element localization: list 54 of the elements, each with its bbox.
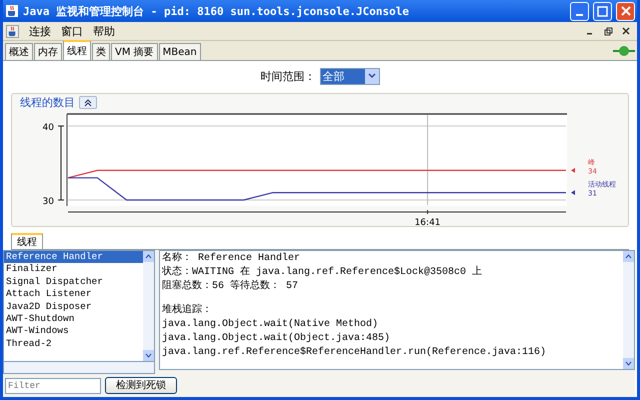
detail-line: 状态：WAITING 在 java.lang.ref.Reference$Lock@3508c0 上 <box>162 267 484 279</box>
thread-list-item[interactable]: AWT-Shutdown <box>4 312 143 326</box>
detect-deadlock-button[interactable]: 检测到死锁 <box>105 377 177 394</box>
chevron-up-icon[interactable] <box>625 254 632 259</box>
thread-list-item[interactable]: Signal Dispatcher <box>4 276 143 288</box>
minimize-icon <box>576 14 583 16</box>
stack-frame: java.lang.Object.wait(Object.java:485) <box>162 333 621 345</box>
stack-frame: java.lang.ref.Reference$ReferenceHandler.run(Reference.java:116) <box>162 347 621 359</box>
chevron-up-icon[interactable] <box>145 254 152 259</box>
chevron-up-icon <box>84 98 92 106</box>
chevron-down-icon[interactable] <box>145 353 152 358</box>
detail-line: 名称： Reference Handler <box>162 253 302 265</box>
panel-title: 线程的数目 <box>20 95 75 110</box>
tab[interactable]: VM 摘要 <box>111 43 158 60</box>
vertical-scrollbar[interactable] <box>623 251 634 369</box>
collapse-button[interactable] <box>79 96 97 109</box>
filter-field[interactable]: Filter <box>5 378 101 394</box>
tab[interactable]: 概述 <box>5 43 33 60</box>
menu-item[interactable]: 帮助 <box>93 24 115 38</box>
close-icon <box>622 27 630 35</box>
thread-list-item[interactable]: Attach Listener <box>4 288 143 301</box>
maximize-icon <box>597 6 608 16</box>
stack-trace-heading: 堆栈追踪： <box>162 305 213 317</box>
coffee-cup-icon <box>6 24 19 38</box>
maximize-button[interactable] <box>593 2 612 20</box>
detail-line: 阻塞总数：56 等待总数： 57 <box>162 281 300 293</box>
window-title: Java 监视和管理控制台 - pid: 8160 sun.tools.jconsole.JConsole <box>23 4 410 18</box>
thread-list-item[interactable]: AWT-Windows <box>4 325 143 338</box>
time-range-dropdown[interactable]: 全部 <box>320 68 380 84</box>
time-range-label: 时间范围： <box>260 68 316 84</box>
tab[interactable]: 线程 <box>11 233 43 249</box>
thread-list-item[interactable]: Finalizer <box>4 263 143 276</box>
thread-list-item[interactable]: Thread-2 <box>4 338 143 350</box>
stack-frame: java.lang.Object.wait(Native Method) <box>162 319 621 331</box>
caret-icon <box>368 73 376 79</box>
tab[interactable]: 类 <box>92 43 110 60</box>
tab[interactable]: 内存 <box>34 43 62 60</box>
vertical-scrollbar[interactable] <box>143 251 154 362</box>
thread-list-item[interactable]: Reference Handler <box>4 251 143 264</box>
y-tick-label: 30 <box>42 197 54 207</box>
minimize-button[interactable] <box>570 2 589 20</box>
thread-list-item[interactable]: Java2D Disposer <box>4 300 143 313</box>
time-label: 16:41 <box>414 218 441 228</box>
restore-icon <box>604 26 612 36</box>
menu-item[interactable]: 窗口 <box>61 24 83 38</box>
plug-icon[interactable] <box>613 45 635 57</box>
horizontal-scrollbar[interactable] <box>3 362 155 374</box>
coffee-cup-icon <box>5 4 19 18</box>
tab[interactable]: 线程 <box>63 40 91 60</box>
y-tick-label: 40 <box>42 123 54 133</box>
tab[interactable]: MBean <box>158 43 201 60</box>
chevron-down-icon[interactable] <box>625 361 632 366</box>
close-icon <box>620 6 630 16</box>
menu-item[interactable]: 连接 <box>29 24 51 38</box>
